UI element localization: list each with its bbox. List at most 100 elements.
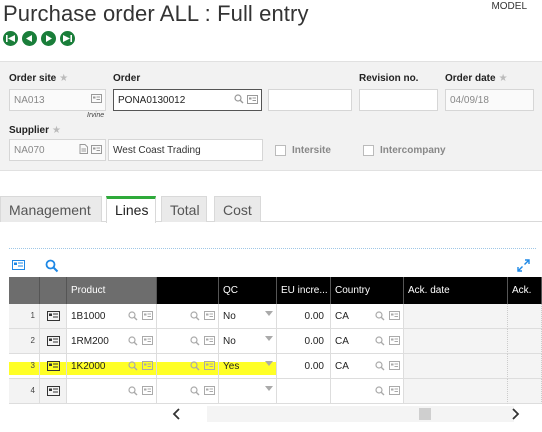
card-icon[interactable] <box>142 311 153 320</box>
ack-cell[interactable] <box>508 354 542 379</box>
ack-cell[interactable] <box>508 329 542 354</box>
product-cell[interactable]: 1B1000 <box>67 304 157 329</box>
ack-date-cell[interactable] <box>404 329 508 354</box>
card-icon[interactable] <box>91 144 102 154</box>
row-action-cell[interactable] <box>40 354 67 379</box>
order-site-field[interactable]: NA013 <box>9 89 106 111</box>
scroll-right-icon[interactable] <box>510 408 520 420</box>
row-number[interactable]: 2 <box>9 329 40 354</box>
supplier-name-field[interactable]: West Coast Trading <box>108 139 263 161</box>
search-icon[interactable] <box>128 336 138 346</box>
card-icon[interactable] <box>204 336 215 345</box>
scrollbar-thumb[interactable] <box>419 408 431 420</box>
blank-cell[interactable] <box>157 354 219 379</box>
document-icon[interactable] <box>79 144 88 154</box>
chevron-down-icon[interactable] <box>265 311 273 316</box>
order-extra-field[interactable] <box>268 89 352 111</box>
search-icon[interactable] <box>128 386 138 396</box>
blank-cell[interactable] <box>157 329 219 354</box>
tab-cost[interactable]: Cost <box>214 196 261 222</box>
tab-total[interactable]: Total <box>161 196 207 222</box>
form-view-icon[interactable] <box>12 260 25 270</box>
card-icon[interactable] <box>247 94 258 104</box>
line-detail-icon[interactable] <box>47 336 60 346</box>
line-detail-icon[interactable] <box>47 361 60 371</box>
last-record-icon[interactable] <box>60 31 75 46</box>
search-icon[interactable] <box>128 361 138 371</box>
card-icon[interactable] <box>142 386 153 395</box>
intercompany-checkbox-box[interactable] <box>363 145 374 156</box>
order-field[interactable]: PONA0130012 <box>113 89 262 111</box>
eu-increase-cell[interactable]: 0.00 <box>277 329 331 354</box>
intersite-checkbox[interactable]: Intersite <box>275 145 331 156</box>
ack-date-cell[interactable] <box>404 379 508 404</box>
search-icon[interactable] <box>190 361 200 371</box>
ack-date-cell[interactable] <box>404 304 508 329</box>
supplier-field[interactable]: NA070 <box>9 139 106 161</box>
column-header-ack-date[interactable]: Ack. date <box>404 277 508 304</box>
eu-increase-cell[interactable] <box>277 379 331 404</box>
blank-cell[interactable] <box>157 304 219 329</box>
ack-date-cell[interactable] <box>404 354 508 379</box>
search-icon[interactable] <box>190 386 200 396</box>
row-number[interactable]: 1 <box>9 304 40 329</box>
card-icon[interactable] <box>142 361 153 370</box>
product-cell[interactable] <box>67 379 157 404</box>
search-icon[interactable] <box>375 361 385 371</box>
card-icon[interactable] <box>389 361 400 370</box>
country-cell[interactable]: CA <box>331 329 404 354</box>
line-detail-icon[interactable] <box>47 311 60 321</box>
search-icon[interactable] <box>234 94 244 104</box>
row-action-cell[interactable] <box>40 304 67 329</box>
column-header-ack[interactable]: Ack. <box>508 277 542 304</box>
chevron-down-icon[interactable] <box>265 386 273 391</box>
card-icon[interactable] <box>389 336 400 345</box>
next-record-icon[interactable] <box>41 31 56 46</box>
order-date-field[interactable]: 04/09/18 <box>445 89 534 111</box>
scrollbar-track[interactable] <box>207 406 514 422</box>
product-cell[interactable]: 1RM200 <box>67 329 157 354</box>
card-icon[interactable] <box>91 94 102 103</box>
first-record-icon[interactable] <box>3 31 18 46</box>
row-number[interactable]: 4 <box>9 379 40 404</box>
country-cell[interactable]: CA <box>331 354 404 379</box>
intercompany-checkbox[interactable]: Intercompany <box>363 145 446 156</box>
row-action-cell[interactable] <box>40 329 67 354</box>
column-header-qc[interactable]: QC <box>219 277 277 304</box>
column-header-country[interactable]: Country <box>331 277 404 304</box>
card-icon[interactable] <box>389 386 400 395</box>
ack-cell[interactable] <box>508 304 542 329</box>
expand-icon[interactable] <box>517 259 530 272</box>
search-icon[interactable] <box>190 311 200 321</box>
blank-cell[interactable] <box>157 379 219 404</box>
revision-field[interactable] <box>359 89 438 111</box>
qc-cell[interactable]: No <box>219 304 277 329</box>
card-icon[interactable] <box>204 311 215 320</box>
search-icon[interactable] <box>128 311 138 321</box>
column-header-eu-increase[interactable]: EU incre... <box>277 277 331 304</box>
row-action-cell[interactable] <box>40 379 67 404</box>
scroll-left-icon[interactable] <box>172 408 182 420</box>
search-icon[interactable] <box>375 311 385 321</box>
ack-cell[interactable] <box>508 379 542 404</box>
search-icon[interactable] <box>45 259 59 273</box>
card-icon[interactable] <box>142 336 153 345</box>
eu-increase-cell[interactable]: 0.00 <box>277 304 331 329</box>
search-icon[interactable] <box>375 386 385 396</box>
card-icon[interactable] <box>204 386 215 395</box>
eu-increase-cell[interactable]: 0.00 <box>277 354 331 379</box>
previous-record-icon[interactable] <box>22 31 37 46</box>
line-detail-icon[interactable] <box>47 386 60 396</box>
tab-management[interactable]: Management <box>0 196 102 222</box>
intersite-checkbox-box[interactable] <box>275 145 286 156</box>
qc-cell[interactable] <box>219 379 277 404</box>
country-cell[interactable]: CA <box>331 304 404 329</box>
card-icon[interactable] <box>204 361 215 370</box>
country-cell[interactable] <box>331 379 404 404</box>
search-icon[interactable] <box>190 336 200 346</box>
chevron-down-icon[interactable] <box>265 336 273 341</box>
column-header-product[interactable]: Product <box>67 277 157 304</box>
tab-lines[interactable]: Lines <box>106 196 156 223</box>
card-icon[interactable] <box>389 311 400 320</box>
row-number[interactable]: 3 <box>9 354 40 379</box>
